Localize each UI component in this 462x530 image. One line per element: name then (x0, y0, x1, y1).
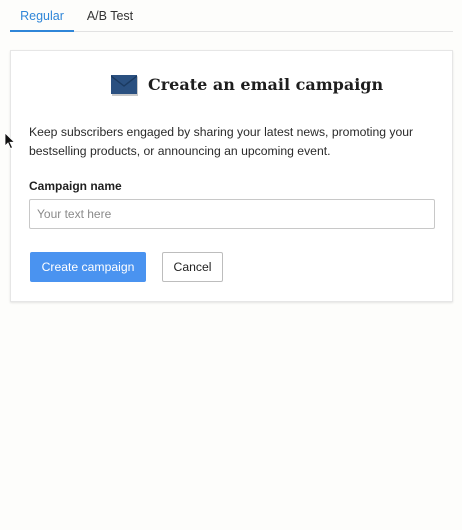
cancel-button[interactable]: Cancel (162, 252, 223, 282)
campaign-name-label: Campaign name (29, 179, 122, 193)
tab-regular[interactable]: Regular (10, 0, 74, 32)
create-campaign-card: Create an email campaign Keep subscriber… (10, 50, 453, 302)
campaign-name-input[interactable] (29, 199, 435, 229)
tab-ab-test[interactable]: A/B Test (80, 0, 140, 30)
campaign-description: Keep subscribers engaged by sharing your… (29, 125, 414, 158)
card-title: Create an email campaign (148, 75, 384, 94)
create-campaign-button[interactable]: Create campaign (30, 252, 146, 282)
envelope-icon (111, 75, 138, 96)
campaign-type-tabs: Regular A/B Test (10, 0, 453, 32)
mouse-cursor-icon (4, 132, 16, 150)
